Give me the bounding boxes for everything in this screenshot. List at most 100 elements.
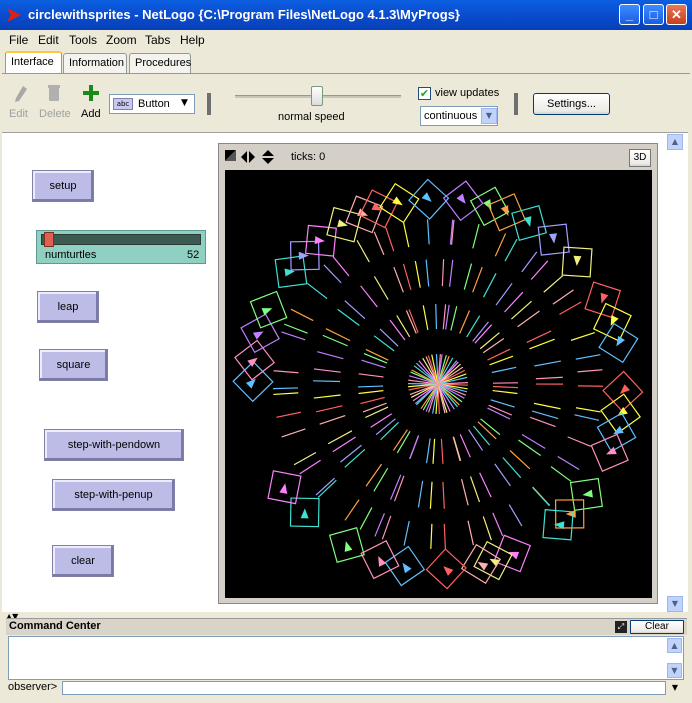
pen-trail bbox=[273, 387, 299, 390]
clear-button[interactable]: clear bbox=[52, 545, 114, 577]
pen-trail bbox=[317, 479, 337, 498]
pen-trail bbox=[492, 512, 504, 537]
pen-trail bbox=[284, 323, 308, 334]
pen-trail bbox=[526, 330, 552, 343]
slider-label: numturtles bbox=[45, 249, 97, 261]
pen-trail bbox=[362, 402, 387, 413]
pen-trail bbox=[281, 331, 306, 341]
turtle-sprite bbox=[493, 534, 532, 573]
pen-trail bbox=[358, 373, 384, 378]
pen-trail bbox=[482, 516, 492, 541]
pen-trail bbox=[375, 418, 396, 436]
pen-trail bbox=[559, 301, 582, 315]
widget-type-value: Button bbox=[138, 98, 170, 110]
pen-trail bbox=[425, 259, 430, 287]
menu-file[interactable]: File bbox=[9, 33, 28, 47]
setup-button[interactable]: setup bbox=[32, 170, 94, 202]
menu-edit[interactable]: Edit bbox=[38, 33, 59, 47]
delete-label[interactable]: Delete bbox=[39, 108, 71, 120]
expand-icon[interactable]: ⤢ bbox=[615, 621, 627, 633]
pen-trail bbox=[358, 385, 384, 388]
pen-trail bbox=[340, 444, 362, 463]
turtle-sprite bbox=[598, 322, 639, 364]
delete-trash-icon[interactable] bbox=[47, 84, 61, 102]
pen-trail bbox=[543, 275, 564, 293]
pen-trail bbox=[315, 477, 335, 496]
pen-trail bbox=[448, 259, 454, 287]
update-mode-value: continuous bbox=[424, 110, 478, 122]
scroll-up-icon[interactable]: ▲ bbox=[667, 134, 683, 150]
chevron-down-icon[interactable]: ▼ bbox=[668, 681, 682, 695]
pen-trail bbox=[479, 472, 492, 498]
add-label[interactable]: Add bbox=[81, 108, 101, 120]
clear-output-button[interactable]: Clear bbox=[630, 620, 684, 634]
command-input[interactable] bbox=[62, 681, 666, 695]
turtle-sprite bbox=[384, 545, 426, 587]
pen-trail bbox=[442, 481, 445, 509]
menu-help[interactable]: Help bbox=[180, 33, 205, 47]
turtle-sprite bbox=[442, 180, 484, 222]
step-with-pendown-button[interactable]: step-with-pendown bbox=[44, 429, 184, 461]
pen-trail bbox=[495, 282, 513, 306]
command-output[interactable]: ▲ ▼ bbox=[8, 636, 684, 680]
3d-button[interactable]: 3D bbox=[629, 149, 651, 167]
view-updates-checkbox[interactable]: ✔ bbox=[418, 87, 431, 100]
world-view[interactable]: ticks: 0 3D bbox=[218, 143, 658, 604]
pen-trail bbox=[385, 227, 395, 252]
slider-handle[interactable] bbox=[44, 232, 54, 247]
window-title-bar[interactable]: circlewithsprites - NetLogo {C:\Program … bbox=[0, 0, 692, 30]
widget-type-dropdown[interactable]: abc Button ▼ bbox=[109, 94, 195, 114]
pen-trail bbox=[393, 266, 404, 293]
view-updates-label: view updates bbox=[435, 87, 500, 99]
menu-tabs[interactable]: Tabs bbox=[145, 33, 170, 47]
turtle-sprite bbox=[596, 412, 637, 453]
command-center-header: Command Center ⤢ Clear bbox=[6, 618, 687, 635]
close-icon[interactable]: ✕ bbox=[666, 4, 687, 25]
edit-pencil-icon[interactable] bbox=[14, 85, 28, 103]
pen-trail bbox=[472, 224, 480, 249]
settings-button[interactable]: Settings... bbox=[533, 93, 610, 115]
pen-trail bbox=[402, 263, 412, 290]
pen-trail bbox=[358, 389, 384, 395]
update-mode-dropdown[interactable]: continuous ▼ bbox=[420, 106, 498, 126]
pen-trail bbox=[521, 251, 538, 273]
pen-trail bbox=[494, 463, 511, 487]
scroll-down-icon[interactable]: ▼ bbox=[667, 596, 683, 612]
tab-information[interactable]: Information bbox=[63, 53, 127, 73]
leap-button[interactable]: leap bbox=[37, 291, 99, 323]
minimize-icon[interactable]: _ bbox=[619, 4, 640, 25]
world-canvas[interactable] bbox=[225, 170, 652, 598]
pen-trail bbox=[459, 434, 471, 458]
scroll-up-icon[interactable]: ▲ bbox=[667, 638, 682, 653]
pen-trail bbox=[306, 282, 328, 300]
pen-trail bbox=[360, 396, 385, 405]
step-with-penup-button[interactable]: step-with-penup bbox=[52, 479, 175, 511]
tab-procedures[interactable]: Procedures bbox=[129, 53, 191, 73]
turtle-sprite bbox=[590, 433, 629, 473]
numturtles-slider[interactable]: numturtles 52 bbox=[36, 230, 206, 264]
slider-track[interactable] bbox=[41, 234, 201, 245]
view-control-arrows-icon[interactable] bbox=[225, 150, 275, 164]
speed-slider-thumb[interactable] bbox=[311, 86, 323, 106]
add-plus-icon[interactable] bbox=[82, 84, 100, 102]
tab-interface[interactable]: Interface bbox=[5, 51, 62, 74]
pen-trail bbox=[317, 351, 344, 360]
pen-trail bbox=[459, 310, 471, 334]
edit-label[interactable]: Edit bbox=[9, 108, 28, 120]
turtle-sprite bbox=[345, 195, 384, 234]
pen-trail bbox=[441, 259, 445, 287]
menu-tools[interactable]: Tools bbox=[69, 33, 97, 47]
pen-trail bbox=[430, 523, 433, 549]
turtle-sprite bbox=[240, 313, 280, 354]
pen-trail bbox=[445, 304, 450, 330]
pen-trail bbox=[535, 376, 563, 380]
pen-trail bbox=[479, 332, 500, 350]
maximize-icon[interactable]: □ bbox=[643, 4, 664, 25]
menu-zoom[interactable]: Zoom bbox=[106, 33, 137, 47]
square-button[interactable]: square bbox=[39, 349, 108, 381]
button-widget-icon: abc bbox=[113, 98, 133, 110]
scroll-down-icon[interactable]: ▼ bbox=[667, 663, 682, 678]
pen-trail bbox=[575, 407, 601, 413]
pen-trail bbox=[530, 260, 549, 280]
pen-trail bbox=[468, 429, 484, 451]
